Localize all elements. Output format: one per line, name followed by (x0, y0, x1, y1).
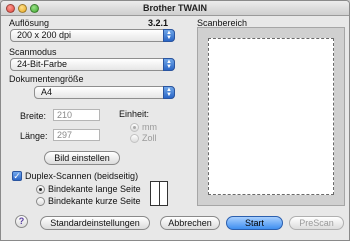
length-label: Länge: (20, 131, 48, 141)
help-button[interactable]: ? (15, 215, 28, 228)
resolution-value: 200 x 200 dpi (17, 30, 72, 40)
updown-arrow-icon: ▲ ▼ (163, 29, 175, 42)
binding-short-label: Bindekante kurze Seite (48, 196, 141, 206)
unit-inch-label: Zoll (142, 133, 157, 143)
width-label: Breite: (20, 111, 47, 121)
unit-inch-radio[interactable] (130, 134, 139, 143)
adjust-image-button[interactable]: Bild einstellen (44, 151, 120, 165)
resolution-select[interactable]: 200 x 200 dpi ▲ ▼ (10, 29, 175, 42)
scanmode-label: Scanmodus (9, 47, 57, 57)
unit-label: Einheit: (119, 109, 150, 119)
version-label: 3.2.1 (148, 18, 169, 28)
duplex-binding-icon (150, 181, 168, 206)
updown-arrow-icon: ▲ ▼ (163, 58, 175, 71)
docsize-select[interactable]: A4 ▲ ▼ (34, 86, 175, 99)
updown-arrow-icon: ▲ ▼ (163, 86, 175, 99)
start-button[interactable]: Start (226, 216, 283, 230)
prescan-button[interactable]: PreScan (289, 216, 344, 230)
unit-mm-label: mm (142, 122, 157, 132)
defaults-button[interactable]: Standardeinstellungen (40, 216, 150, 230)
docsize-value: A4 (41, 87, 53, 97)
checkmark-icon: ✓ (13, 171, 21, 181)
scanmode-select[interactable]: 24-Bit-Farbe ▲ ▼ (10, 58, 175, 71)
scanmode-value: 24-Bit-Farbe (17, 59, 68, 69)
unit-mm-radio[interactable] (130, 123, 139, 132)
cancel-button[interactable]: Abbrechen (160, 216, 220, 230)
docsize-label: Dokumentengröße (9, 74, 84, 84)
width-field[interactable]: 210 (53, 109, 100, 121)
window-title: Brother TWAIN (143, 3, 207, 13)
binding-long-label: Bindekante lange Seite (48, 184, 141, 194)
binding-short-radio[interactable] (36, 197, 45, 206)
duplex-checkbox[interactable]: ✓ (12, 171, 22, 181)
duplex-label: Duplex-Scannen (beidseitig) (25, 171, 139, 181)
title-bar: Brother TWAIN (1, 1, 349, 16)
scan-area-selection[interactable] (208, 38, 334, 195)
binding-long-radio[interactable] (36, 185, 45, 194)
length-field[interactable]: 297 (53, 129, 100, 141)
brother-twain-window: Brother TWAIN Auflösung 3.2.1 200 x 200 … (0, 0, 350, 241)
scan-area-preview (197, 27, 345, 206)
resolution-label: Auflösung (9, 18, 50, 28)
